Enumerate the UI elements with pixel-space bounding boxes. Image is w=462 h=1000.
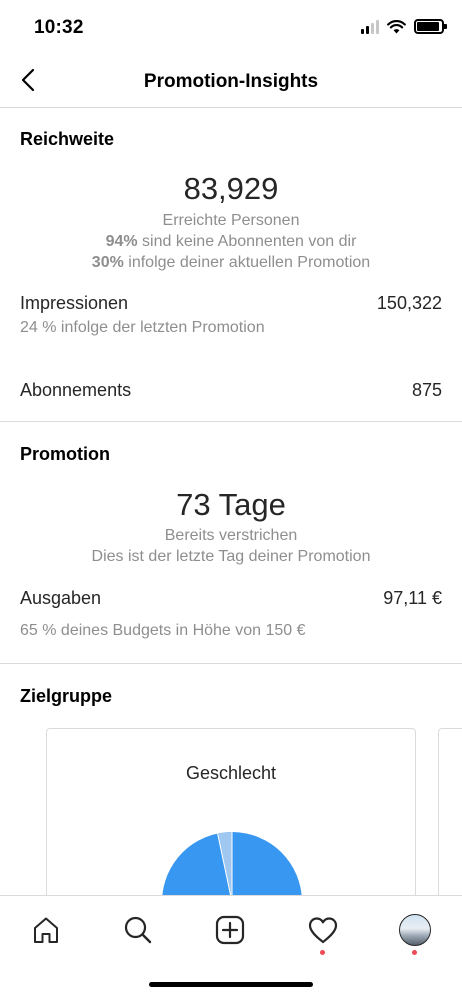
- reach-section-title: Reichweite: [20, 129, 115, 149]
- wifi-icon: [387, 19, 406, 33]
- people-reached-label: Erreichte Personen: [162, 212, 300, 229]
- search-icon: [124, 916, 152, 944]
- follows-value: 875: [411, 380, 442, 400]
- impressions-value: 150,322: [376, 293, 442, 313]
- nav-header: Promotion-Insights: [0, 54, 462, 108]
- spend-row: Ausgaben 97,11 €: [20, 588, 442, 609]
- gender-card[interactable]: Geschlecht: [46, 728, 416, 908]
- people-reached-count: 83,929: [183, 171, 279, 206]
- promotion-share-line: 30% infolge deiner aktuellen Promotion: [0, 252, 462, 273]
- follows-row: Abonnements 875: [20, 380, 442, 401]
- status-time: 10:32: [34, 17, 84, 38]
- activity-notification-dot: [320, 950, 325, 955]
- promotion-section-title: Promotion: [20, 444, 110, 464]
- spend-value: 97,11 €: [383, 588, 442, 608]
- status-bar: 10:32: [0, 0, 462, 54]
- impressions-label: Impressionen: [20, 293, 129, 313]
- impressions-sub: 24 % infolge der letzten Promotion: [20, 319, 265, 336]
- days-elapsed-label: Bereits verstrichen: [164, 527, 298, 544]
- promotion-share-percent: 30%: [91, 254, 124, 271]
- section-divider: [0, 663, 462, 664]
- promotion-summary: 73 Tage Bereits verstrichen Dies ist der…: [0, 487, 462, 567]
- new-post-icon: [215, 915, 245, 945]
- tab-new-post[interactable]: [212, 912, 248, 948]
- reach-summary: 83,929 Erreichte Personen 94% sind keine…: [0, 171, 462, 273]
- section-divider: [0, 421, 462, 422]
- page-title: Promotion-Insights: [143, 71, 319, 92]
- days-elapsed: 73 Tage: [176, 487, 286, 522]
- home-indicator: [149, 982, 313, 987]
- status-icons: [361, 19, 447, 34]
- profile-notification-dot: [412, 950, 417, 955]
- profile-avatar: [399, 914, 431, 946]
- gender-card-title: Geschlecht: [185, 763, 277, 783]
- activity-heart-icon: [308, 917, 338, 944]
- last-day-note: Dies ist der letzte Tag deiner Promotion: [91, 548, 371, 565]
- cellular-signal-icon: [361, 19, 379, 34]
- battery-icon: [414, 19, 447, 34]
- tab-activity[interactable]: [305, 912, 341, 948]
- non-followers-percent: 94%: [105, 233, 138, 250]
- tab-search[interactable]: [120, 912, 156, 948]
- spend-sub: 65 % deines Budgets in Höhe von 150 €: [20, 622, 306, 639]
- non-followers-text: sind keine Abonnenten von dir: [137, 233, 357, 250]
- home-icon: [34, 917, 58, 943]
- tab-home[interactable]: [28, 912, 64, 948]
- spend-label: Ausgaben: [20, 588, 102, 608]
- non-followers-line: 94% sind keine Abonnenten von dir: [0, 231, 462, 252]
- follows-label: Abonnements: [20, 380, 132, 400]
- tab-profile[interactable]: [397, 912, 433, 948]
- audience-section-title: Zielgruppe: [20, 686, 113, 706]
- next-card-peek[interactable]: [438, 728, 462, 908]
- promotion-share-text: infolge deiner aktuellen Promotion: [123, 254, 371, 271]
- impressions-row: Impressionen 150,322: [20, 293, 442, 314]
